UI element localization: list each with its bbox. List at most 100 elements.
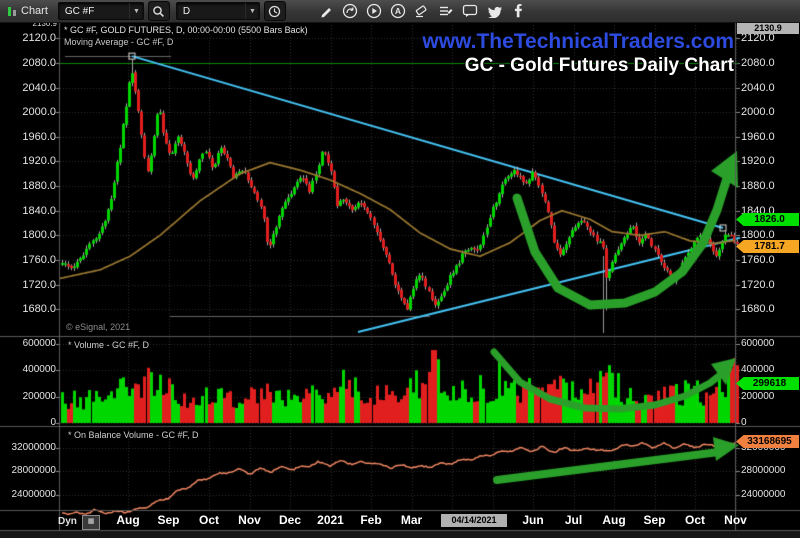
svg-text:A: A: [395, 6, 401, 16]
price-tick-label: 1800.0: [22, 229, 56, 242]
price-tick-label: 2000.0: [741, 106, 775, 119]
chat-icon: [462, 4, 478, 17]
obv-tick-label: 28000000: [741, 465, 786, 477]
crosshair-date-badge: 04/14/2021: [441, 514, 507, 527]
chart-title: * GC #F, GOLD FUTURES, D, 00:00-00:00 (5…: [64, 25, 308, 35]
edit-studies-button[interactable]: [434, 1, 458, 21]
price-tick-label: 2120.0: [741, 32, 775, 45]
interval-clock-button[interactable]: [263, 1, 286, 21]
price-tick-label: 2040.0: [22, 81, 56, 94]
price-tick-label: 2000.0: [22, 106, 56, 119]
edit-list-icon: [439, 6, 453, 16]
volume-tick-label: 0: [50, 417, 56, 428]
time-axis-month-label: Aug: [602, 513, 626, 527]
price-tick-label: 1880.0: [22, 180, 56, 193]
time-axis-month-label: Nov: [724, 513, 747, 527]
watermark: www.TheTechnicalTraders.com GC - Gold Fu…: [422, 30, 734, 77]
price-tick-label: 1680.0: [741, 303, 775, 316]
time-axis-month-label: Jul: [564, 513, 583, 527]
twitter-icon: [488, 6, 502, 18]
symbol-search-button[interactable]: [147, 1, 170, 21]
price-tick-label: 1880.0: [741, 180, 775, 193]
dyn-button-label[interactable]: Dyn: [58, 516, 77, 527]
price-tick-label: 1760.0: [741, 253, 775, 266]
price-tick-label: 1680.0: [22, 303, 56, 316]
watermark-site: www.TheTechnicalTraders.com: [422, 30, 734, 53]
symbol-input[interactable]: GC #F ▼: [57, 2, 144, 20]
obv-tick-label: 32000000: [11, 441, 57, 453]
volume-tick-label: 200000: [741, 390, 775, 402]
time-axis-month-label: Oct: [684, 513, 706, 527]
time-axis-month-label: Dec: [278, 513, 302, 527]
time-axis-month-label: Oct: [198, 513, 220, 527]
esignal-copyright: © eSignal, 2021: [66, 322, 131, 332]
price-tick-label: 1800.0: [741, 229, 775, 242]
price-tick-label: 2040.0: [741, 81, 775, 94]
ma-study-title: Moving Average - GC #F, D: [64, 37, 174, 47]
toolbar: Chart GC #F ▼ D ▼ A: [0, 0, 800, 23]
facebook-icon: [514, 4, 522, 18]
eraser-icon: [416, 5, 427, 18]
chart-window: Chart GC #F ▼ D ▼ A * GC #F, GOLD FUTURE…: [0, 0, 800, 538]
price-tick-label: 2120.0: [22, 32, 56, 45]
price-badge-green: 1826.0: [736, 213, 799, 226]
time-axis-month-label: Jun: [522, 513, 544, 527]
interval-dropdown-arrow[interactable]: ▼: [244, 3, 259, 19]
eraser-button[interactable]: [410, 1, 434, 21]
price-tick-label: 1920.0: [741, 155, 775, 168]
price-tick-label: 1960.0: [741, 130, 775, 143]
obv-badge: 33168695: [736, 435, 799, 448]
play-icon: [366, 3, 382, 19]
chart-canvas[interactable]: [0, 0, 800, 538]
price-tick-label: 1840.0: [22, 204, 56, 217]
price-badge-amber: 1781.7: [736, 240, 799, 253]
watermark-chart-name: GC - Gold Futures Daily Chart: [464, 55, 734, 76]
curved-arrow-button[interactable]: [338, 1, 362, 21]
interval-value: D: [182, 5, 191, 17]
volume-tick-label: 400000: [741, 364, 775, 376]
price-tick-label: 1720.0: [22, 278, 56, 291]
search-icon: [153, 5, 165, 17]
time-axis-month-label: Mar: [400, 513, 423, 527]
price-tick-label: 2080.0: [22, 56, 56, 69]
volume-panel-title: * Volume - GC #F, D: [68, 340, 150, 350]
time-axis-month-label: Aug: [116, 513, 140, 527]
chart-bars-icon: [8, 7, 16, 16]
time-axis-month-label: Sep: [157, 513, 180, 527]
time-axis-month-label: Feb: [360, 513, 382, 527]
volume-tick-label: 600000: [22, 338, 56, 350]
time-axis-month-label: Sep: [643, 513, 666, 527]
time-axis-month-label: Nov: [238, 513, 261, 527]
draw-pencil-button[interactable]: [314, 1, 338, 21]
auto-analysis-button[interactable]: A: [386, 1, 410, 21]
symbol-value: GC #F: [64, 5, 95, 17]
time-template-icon[interactable]: ▦: [82, 515, 100, 530]
volume-tick-label: 200000: [22, 390, 56, 402]
symbol-dropdown-arrow[interactable]: ▼: [128, 3, 143, 19]
twitter-button[interactable]: [482, 1, 506, 21]
curved-arrow-icon: [342, 3, 358, 19]
volume-tick-label: 0: [741, 417, 747, 428]
chat-button[interactable]: [458, 1, 482, 21]
chart-tab-label: Chart: [21, 5, 48, 17]
obv-panel-title: * On Balance Volume - GC #F, D: [68, 430, 199, 440]
interval-input[interactable]: D ▼: [175, 2, 260, 20]
facebook-button[interactable]: [506, 1, 530, 21]
obv-tick-label: 28000000: [11, 465, 57, 477]
time-axis-month-label: 2021: [317, 513, 344, 527]
volume-tick-label: 400000: [22, 364, 56, 376]
price-tick-label: 2080.0: [741, 56, 775, 69]
price-tick-label: 1920.0: [22, 155, 56, 168]
play-button[interactable]: [362, 1, 386, 21]
obv-tick-label: 24000000: [11, 488, 57, 500]
chart-tab[interactable]: Chart: [0, 0, 58, 22]
obv-tick-label: 24000000: [741, 488, 786, 500]
volume-tick-label: 600000: [741, 338, 775, 350]
price-axis-top-badge: 2130.9: [737, 23, 799, 34]
price-tick-label: 1720.0: [741, 278, 775, 291]
pencil-icon: [321, 8, 331, 18]
volume-badge: 299618: [736, 377, 799, 390]
circled-a-icon: A: [390, 3, 406, 19]
clock-icon: [269, 5, 281, 17]
price-tick-label: 1960.0: [22, 130, 56, 143]
